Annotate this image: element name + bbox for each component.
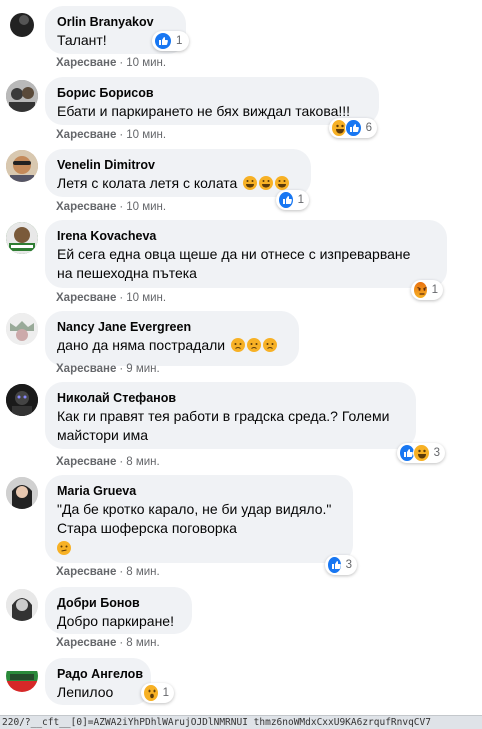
like-reaction-icon <box>327 556 342 574</box>
comment-time[interactable]: 10 мин. <box>126 292 166 304</box>
reaction-count: 1 <box>431 284 438 296</box>
like-link[interactable]: Харесване <box>56 363 116 375</box>
avatar[interactable] <box>6 80 38 112</box>
sad-emoji-icon <box>247 338 262 352</box>
comment-author[interactable]: Борис Борисов <box>57 85 367 101</box>
laughing-emoji-icon <box>259 176 274 190</box>
like-link[interactable]: Харесване <box>56 456 116 468</box>
comment-text: Летя с колата летя с колата <box>57 174 299 193</box>
comment-author[interactable]: Добри Бонов <box>57 595 180 611</box>
comment-author[interactable]: Irena Kovacheva <box>57 228 435 244</box>
comment-text: Ебати и паркирането не бях виждал такова… <box>57 103 351 119</box>
like-link[interactable]: Харесване <box>56 292 116 304</box>
comment-time[interactable]: 10 мин. <box>126 57 166 69</box>
comment-author[interactable]: Venelin Dimitrov <box>57 157 299 173</box>
comment-meta: Харесване · 10 мин. <box>56 292 167 304</box>
comment-meta: Харесване · 10 мин. <box>56 201 167 213</box>
like-link[interactable]: Харесване <box>56 637 116 649</box>
sad-emoji-icon <box>263 338 278 352</box>
like-link[interactable]: Харесване <box>56 129 116 141</box>
comment-bubble: Борис Борисов Ебати и паркирането не бях… <box>45 77 379 125</box>
avatar[interactable] <box>6 150 38 182</box>
comment-meta: Харесване · 8 мин. <box>56 566 160 578</box>
reaction-count: 6 <box>365 122 372 134</box>
comment-text: Как ги правят тея работи в градска среда… <box>57 408 390 443</box>
laughing-emoji-icon <box>275 176 290 190</box>
comment-meta: Харесване · 10 мин. <box>56 129 167 141</box>
comment-bubble: Nancy Jane Evergreen дано да няма постра… <box>45 311 299 366</box>
sad-emoji-icon <box>231 338 246 352</box>
comment-author[interactable]: Orlin Branyakov <box>57 14 174 30</box>
avatar[interactable] <box>6 222 38 254</box>
avatar[interactable] <box>6 477 38 509</box>
avatar[interactable] <box>6 8 38 40</box>
reaction-summary[interactable]: 6 <box>329 118 377 138</box>
comment-bubble: Irena Kovacheva Ей сега една овца щеше д… <box>45 220 447 288</box>
comment-bubble: Добри Бонов Добро паркиране! <box>45 587 192 634</box>
comment-author[interactable]: Nancy Jane Evergreen <box>57 319 287 335</box>
comment-meta: Харесване · 9 мин. <box>56 363 160 375</box>
reaction-summary[interactable]: 3 <box>397 443 445 463</box>
avatar[interactable] <box>6 384 38 416</box>
comment-author[interactable]: Радо Ангелов <box>57 666 143 682</box>
comment-meta: Харесване · 8 мин. <box>56 456 160 468</box>
like-link[interactable]: Харесване <box>56 57 116 69</box>
like-reaction-icon <box>345 119 362 137</box>
comment-text: "Да бе кротко карало, не би удар видяло.… <box>57 501 332 536</box>
like-reaction-icon <box>154 32 172 50</box>
comment-meta: Харесване · 8 мин. <box>56 637 160 649</box>
wow-reaction-icon <box>143 684 159 702</box>
comment-bubble: Maria Grueva "Да бе кротко карало, не би… <box>45 475 353 563</box>
comment-bubble: Venelin Dimitrov Летя с колата летя с ко… <box>45 149 311 197</box>
comment-author[interactable]: Николай Стефанов <box>57 390 404 406</box>
laughing-emoji-icon <box>243 176 258 190</box>
avatar[interactable] <box>6 313 38 345</box>
reaction-summary[interactable]: 1 <box>411 280 443 300</box>
comment-text: Ей сега една овца щеше да ни отнесе с из… <box>57 246 411 281</box>
like-reaction-icon <box>278 191 294 209</box>
reaction-summary[interactable]: 1 <box>141 683 174 703</box>
comment-time[interactable]: 8 мин. <box>126 456 159 468</box>
comment-time[interactable]: 9 мин. <box>126 363 159 375</box>
comment-text: Добро паркиране! <box>57 613 174 629</box>
comment-time[interactable]: 10 мин. <box>126 201 166 213</box>
comment-time[interactable]: 8 мин. <box>126 566 159 578</box>
reaction-count: 1 <box>176 35 183 47</box>
comment-meta: Харесване · 10 мин. <box>56 57 167 69</box>
browser-status-url: 220/?__cft__[0]=AZWA2iYhPDhlWArujOJDlNMR… <box>0 715 482 729</box>
like-link[interactable]: Харесване <box>56 566 116 578</box>
reaction-summary[interactable]: 1 <box>276 190 309 210</box>
comment-time[interactable]: 10 мин. <box>126 129 166 141</box>
angry-reaction-icon <box>413 281 428 299</box>
reaction-count: 3 <box>433 447 440 459</box>
comment-bubble: Николай Стефанов Как ги правят тея работ… <box>45 382 416 449</box>
like-link[interactable]: Харесване <box>56 201 116 213</box>
haha-reaction-icon <box>413 444 430 462</box>
avatar[interactable] <box>6 589 38 621</box>
reaction-count: 3 <box>345 559 352 571</box>
avatar[interactable] <box>6 660 38 692</box>
comment-bubble: Радо Ангелов Лепилоо <box>45 658 151 705</box>
reaction-summary[interactable]: 3 <box>325 555 357 575</box>
reaction-summary[interactable]: 1 <box>152 31 189 51</box>
comment-time[interactable]: 8 мин. <box>126 637 159 649</box>
reaction-count: 1 <box>297 194 304 206</box>
reaction-count: 1 <box>162 687 169 699</box>
comment-text: Лепилоо <box>57 684 114 700</box>
comment-author[interactable]: Maria Grueva <box>57 483 341 499</box>
comment-text: дано да няма пострадали <box>57 336 287 355</box>
confused-emoji-icon <box>57 541 71 555</box>
